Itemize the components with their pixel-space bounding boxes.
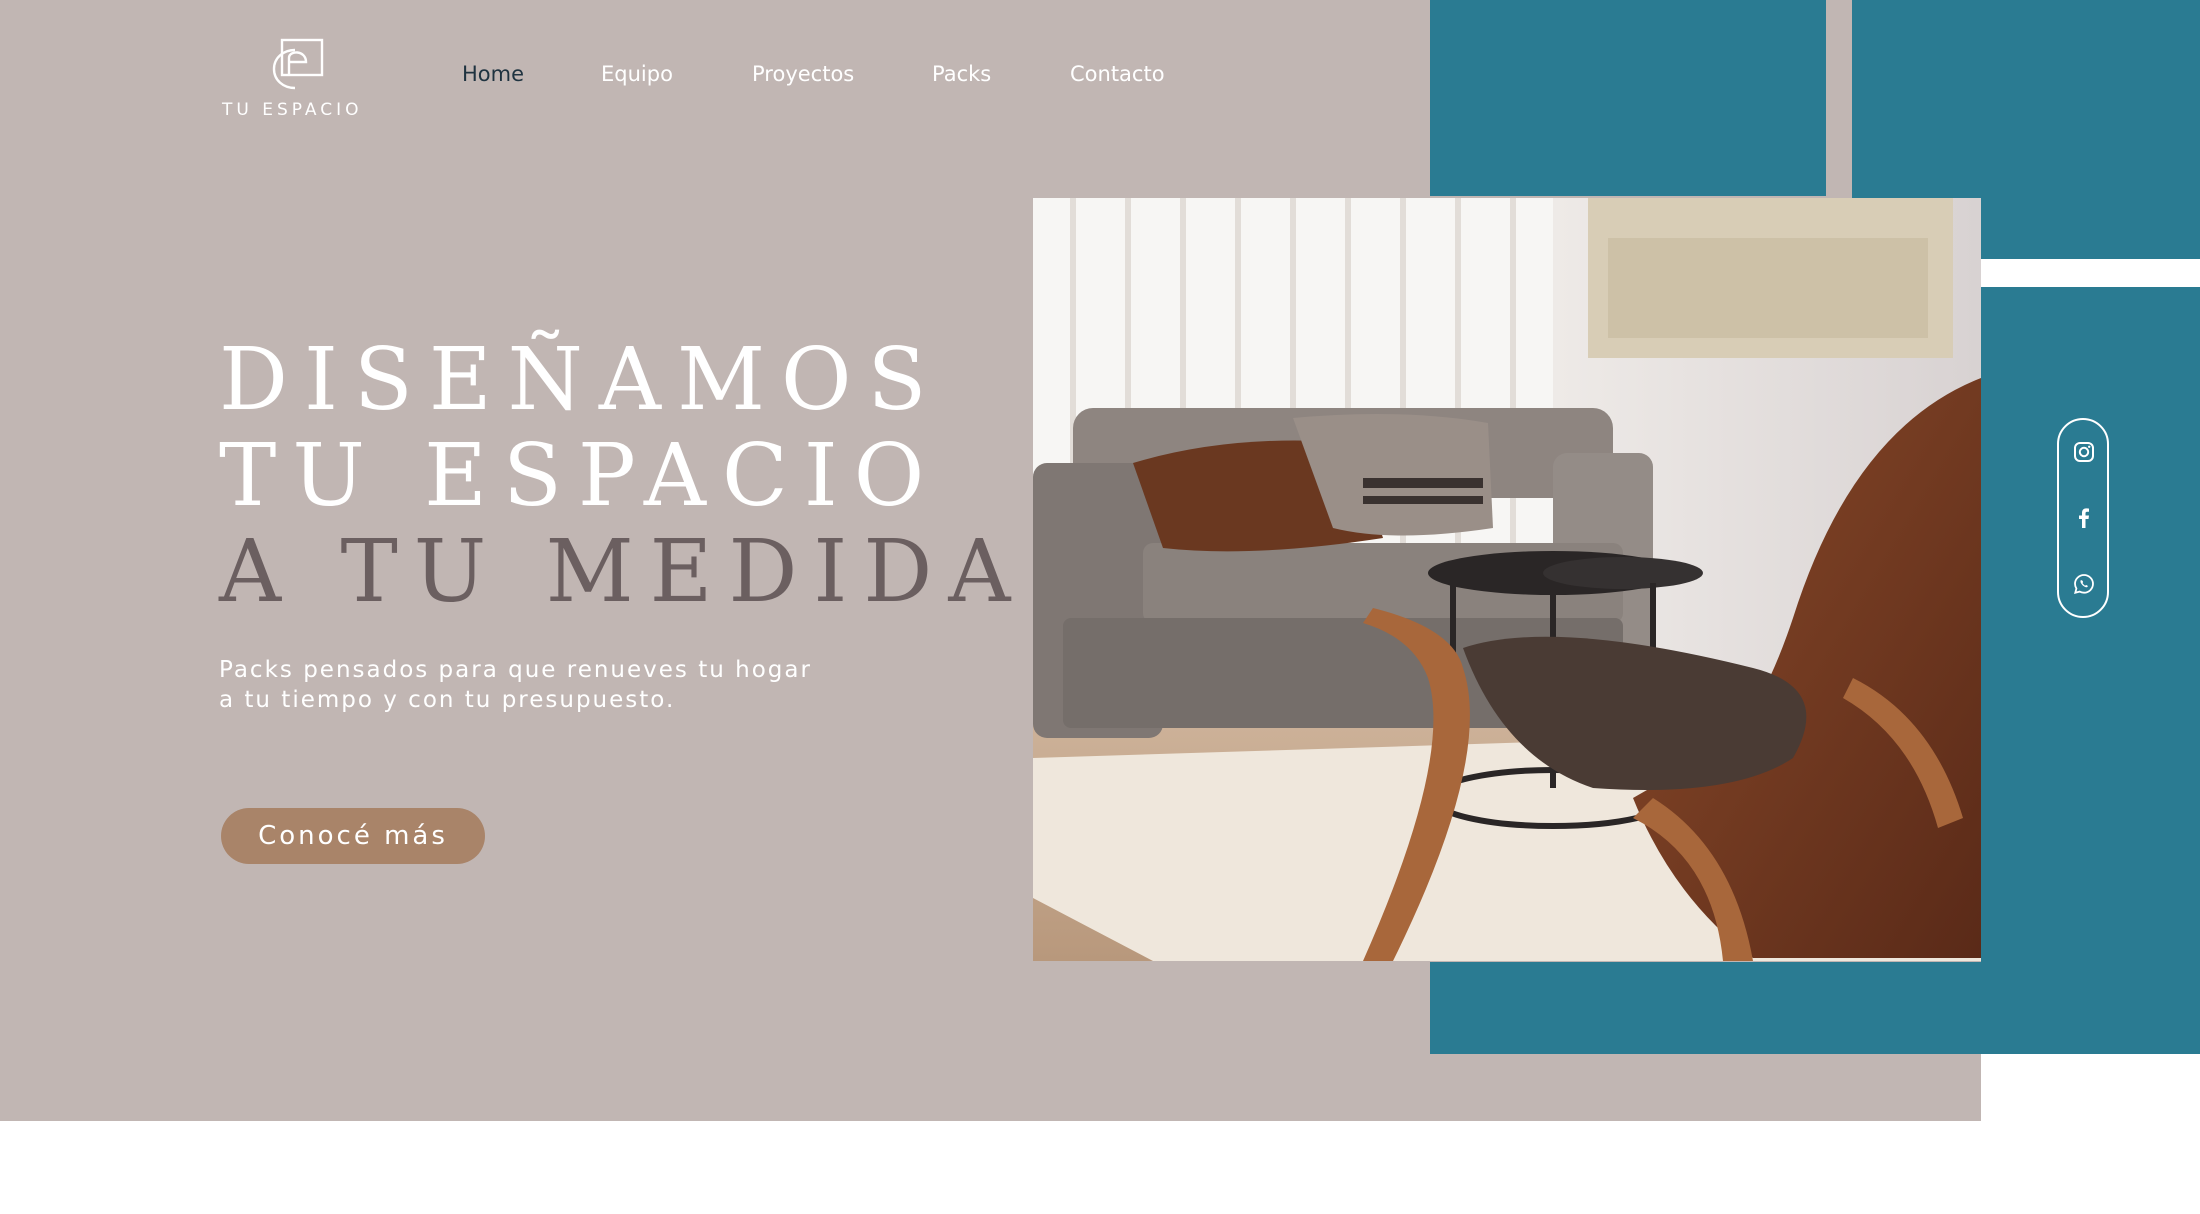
- whatsapp-icon[interactable]: [2072, 572, 2096, 596]
- nav-equipo[interactable]: Equipo: [601, 62, 673, 86]
- subtitle-line: a tu tiempo y con tu presupuesto.: [219, 687, 676, 713]
- brand-logo[interactable]: TU ESPACIO: [222, 38, 372, 122]
- brand-name: TU ESPACIO: [222, 100, 363, 120]
- teal-block: [1430, 962, 2200, 1054]
- headline-line: TU ESPACIO: [219, 426, 941, 526]
- social-bar: [2057, 418, 2109, 618]
- nav-proyectos[interactable]: Proyectos: [752, 62, 854, 86]
- living-room-photo: [1033, 198, 1981, 961]
- subtitle-line: Packs pensados para que renueves tu hoga…: [219, 657, 812, 683]
- nav-contacto[interactable]: Contacto: [1070, 62, 1165, 86]
- nav-home[interactable]: Home: [462, 62, 524, 86]
- teal-block: [1981, 287, 2200, 1054]
- logo-mark-icon: [272, 38, 324, 90]
- living-room-illustration: [1033, 198, 1981, 961]
- teal-block: [1430, 0, 1826, 196]
- cta-button[interactable]: Conocé más: [221, 808, 485, 864]
- headline-line: DISEÑAMOS: [219, 330, 943, 430]
- hero-headline: DISEÑAMOS TU ESPACIO A TU MEDIDA: [219, 332, 1026, 620]
- nav-packs[interactable]: Packs: [932, 62, 991, 86]
- hero-subtitle: Packs pensados para que renueves tu hoga…: [219, 655, 812, 715]
- facebook-icon[interactable]: [2072, 506, 2096, 530]
- headline-line: A TU MEDIDA: [219, 522, 1027, 622]
- instagram-icon[interactable]: [2072, 440, 2096, 464]
